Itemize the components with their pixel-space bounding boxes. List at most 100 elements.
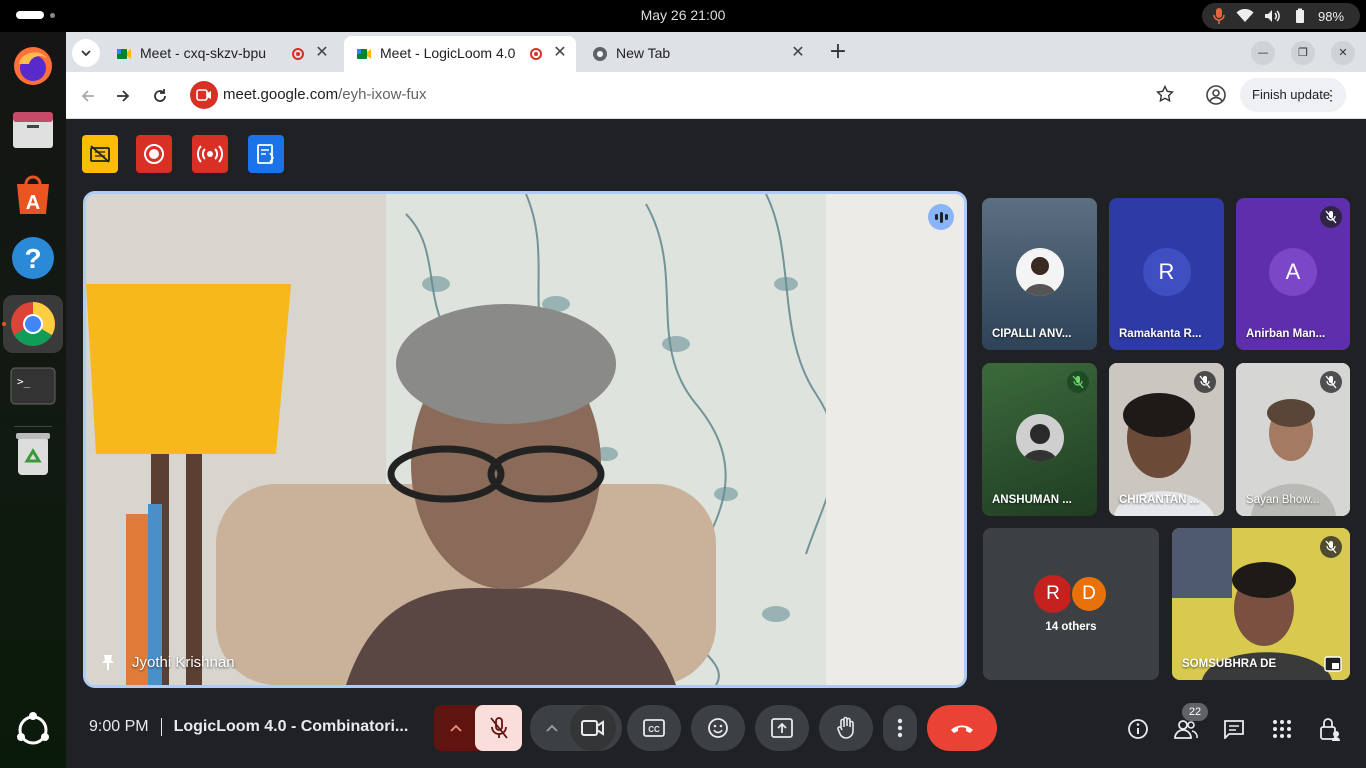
reload-button[interactable] [148,84,172,108]
participant-name: CHIRANTAN ... [1119,494,1200,506]
url-path: /eyh-ixow-fux [338,86,427,103]
close-icon[interactable]: ✕ [312,43,332,63]
host-controls-button[interactable] [1316,715,1344,743]
avatar: R [1034,575,1072,613]
google-meet-icon [117,49,131,59]
tab-meet-logicloom[interactable]: Meet - LogicLoom 4.0 ✕ [344,36,576,72]
close-icon[interactable]: ✕ [788,43,808,63]
info-icon [1128,719,1148,739]
system-top-bar: May 26 21:00 98% [0,0,1366,32]
chrome-tab-icon [593,47,607,61]
app-dock: A ? >_ [0,32,66,768]
more-options-button[interactable] [883,705,917,751]
mic-off-icon [1320,536,1342,558]
captions-button[interactable]: CC [627,705,681,751]
record-button[interactable] [136,135,172,173]
chat-icon [1224,720,1244,739]
picture-in-picture-icon[interactable] [1324,656,1342,672]
svg-text:A: A [26,192,40,214]
dock-files[interactable] [9,106,57,154]
dock-firefox[interactable] [9,42,57,90]
camera-toggle-button[interactable] [570,705,616,751]
dock-show-apps[interactable] [9,706,57,754]
tab-new-tab[interactable]: New Tab ✕ [580,36,812,72]
participant-tile[interactable]: ANSHUMAN ... [982,363,1097,516]
participant-tile[interactable]: SOMSUBHRA DE [1172,528,1350,680]
microphone-toggle-button[interactable] [475,705,522,751]
back-button[interactable] [76,84,100,108]
system-clock[interactable]: May 26 21:00 [0,7,1366,23]
speaking-indicator [928,204,954,230]
arrow-left-icon [81,90,94,102]
dock-chrome[interactable] [3,295,63,353]
svg-text:>_: >_ [17,375,31,388]
tab-meet-cxq[interactable]: Meet - cxq-skzv-bpu ✕ [104,36,336,72]
hand-icon [837,716,854,739]
url-text: meet.google.com/eyh-ixow-fux [223,86,426,103]
meeting-details-button[interactable] [1124,715,1152,743]
finish-update-label: Finish update [1252,87,1331,102]
dock-separator [14,426,52,427]
tab-search-button[interactable] [72,39,100,67]
avatar [1015,413,1064,462]
participant-tile[interactable]: CIPALLI ANV... [982,198,1097,350]
broadcast-icon [197,145,223,163]
emoji-icon [708,718,728,738]
participant-tile[interactable]: CHIRANTAN ... [1109,363,1224,516]
meeting-info: 9:00 PM LogicLoom 4.0 - Combinatori... [89,718,408,736]
apps-grid-icon [1273,720,1291,738]
leave-call-button[interactable] [927,705,997,751]
profile-icon[interactable] [1205,84,1227,106]
tab-title: New Tab [616,45,671,61]
wifi-icon [1236,9,1254,22]
dock-trash[interactable] [9,430,57,478]
pin-icon[interactable] [100,653,116,671]
presenter-video-tile[interactable]: Jyothi Krishnan [83,191,967,688]
video-options-button[interactable] [530,705,574,751]
audio-options-button[interactable] [434,705,478,751]
transcript-icon [257,144,274,164]
tab-title: Meet - LogicLoom 4.0 [380,45,516,61]
help-icon: ? [12,237,54,279]
close-window-button[interactable]: ✕ [1331,41,1355,65]
lock-person-icon [1320,718,1340,741]
divider [160,718,162,736]
presenter-name: Jyothi Krishnan [132,654,235,671]
mic-off-icon [1194,371,1216,393]
reactions-button[interactable] [691,705,745,751]
live-stream-button[interactable] [192,135,228,173]
participant-tile[interactable]: R Ramakanta R... [1109,198,1224,350]
maximize-button[interactable]: ❐ [1291,41,1315,65]
forward-button[interactable] [111,84,135,108]
minimize-button[interactable]: — [1251,41,1275,65]
new-tab-button[interactable]: + [824,39,852,67]
videocam-icon [581,720,604,736]
tab-title: Meet - cxq-skzv-bpu [140,45,267,61]
meeting-name[interactable]: LogicLoom 4.0 - Combinatori... [174,718,409,736]
dock-help[interactable]: ? [9,234,57,282]
system-tray[interactable]: 98% [1202,3,1360,29]
mic-off-icon [489,717,508,739]
finish-update-button[interactable]: Finish update ⋮ [1240,78,1346,112]
bookmark-star-icon[interactable] [1156,85,1174,103]
others-tile[interactable]: R D 14 others [983,528,1159,680]
address-bar[interactable]: meet.google.com/eyh-ixow-fux [188,77,1188,113]
site-recording-icon[interactable] [190,81,218,109]
dock-terminal[interactable]: >_ [9,362,57,410]
present-screen-button[interactable] [755,705,809,751]
participant-name: Ramakanta R... [1119,328,1202,340]
participant-tile[interactable]: A Anirban Man... [1236,198,1350,350]
participant-tile[interactable]: Sayan Bhow... [1236,363,1350,516]
arrow-right-icon [117,90,130,102]
participant-name: Anirban Man... [1246,328,1326,340]
activities-button[interactable] [1268,715,1296,743]
transcript-button[interactable] [248,135,284,173]
meeting-time: 9:00 PM [89,718,149,735]
chat-button[interactable] [1220,715,1248,743]
hide-video-tool-button[interactable] [82,135,118,173]
close-icon[interactable]: ✕ [550,43,570,63]
record-icon [144,144,164,164]
dock-app-center[interactable]: A [9,170,57,218]
raise-hand-button[interactable] [819,705,873,751]
meet-app: Jyothi Krishnan CIPALLI ANV... R Ramakan… [66,119,1366,768]
